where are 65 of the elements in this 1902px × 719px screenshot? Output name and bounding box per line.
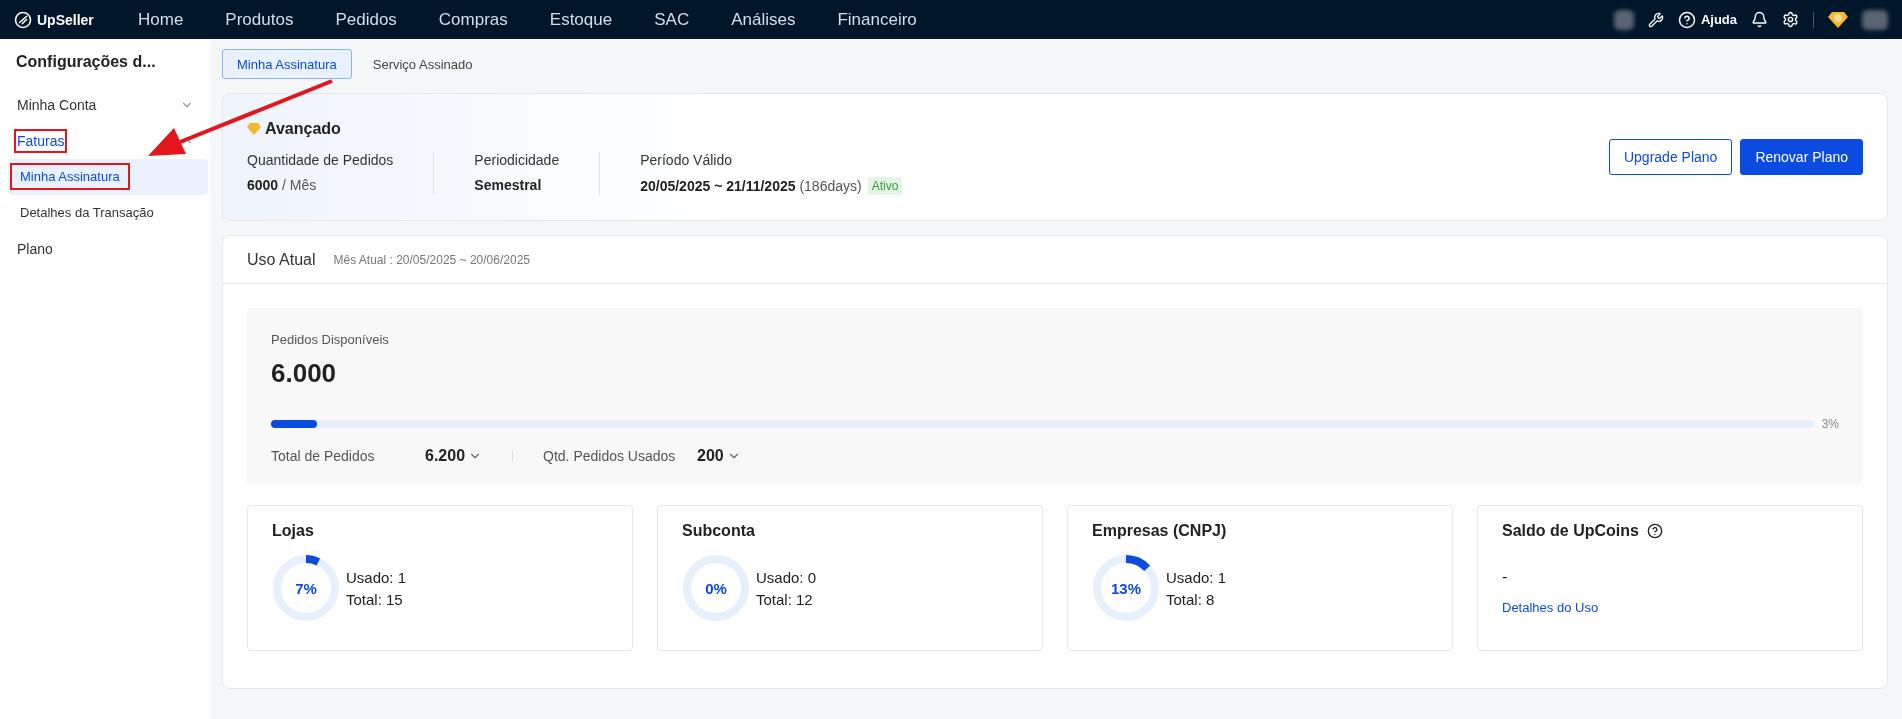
field-label: Período Válido <box>640 151 734 168</box>
plan-name: Avançado <box>265 119 341 138</box>
total-count: Total: 8 <box>1166 590 1216 608</box>
sidebar-subitem[interactable]: Minha Assinatura <box>8 159 208 195</box>
card-title: Empresas (CNPJ) <box>1092 522 1228 540</box>
field-value: 20/05/2025 ~ 21/11/2025 (186days) <box>640 177 862 194</box>
donut-chart <box>1092 554 1160 622</box>
help-link[interactable]: Ajuda <box>1677 10 1737 29</box>
nav-menu-item[interactable]: Estoque <box>549 9 613 30</box>
card-title: Saldo de UpCoins <box>1502 522 1639 540</box>
progress-percent: 3% <box>1821 417 1839 431</box>
nav-menu-item[interactable]: Financeiro <box>837 9 917 30</box>
nav-menu-item[interactable]: Home <box>138 9 184 30</box>
available-label: Pedidos Disponíveis <box>271 332 390 347</box>
used-count: Usado: 0 <box>756 568 817 586</box>
percent-label: 13% <box>1111 580 1141 596</box>
blurred-username <box>1862 9 1888 30</box>
sidebar-item[interactable]: Minha Conta <box>0 87 210 123</box>
wrench-icon[interactable] <box>1647 11 1664 28</box>
percent-label: 7% <box>295 580 317 596</box>
donut-chart <box>272 554 340 622</box>
sidebar-item[interactable]: Faturas <box>0 123 210 159</box>
percent-label: 0% <box>705 580 727 596</box>
coins-value: - <box>1502 568 1509 586</box>
plan-button[interactable]: Upgrade Plano <box>1608 139 1733 175</box>
blurred-avatar <box>1613 9 1634 30</box>
total-count: Total: 15 <box>346 590 404 608</box>
settings-icon[interactable] <box>1782 11 1799 28</box>
card-title: Subconta <box>682 522 756 540</box>
help-icon <box>1677 10 1696 29</box>
usage-details-link[interactable]: Detalhes do Uso <box>1502 600 1838 615</box>
used-count: Usado: 1 <box>1166 568 1227 586</box>
field-label: Periodicidade <box>474 151 560 168</box>
card-title: Lojas <box>272 522 315 540</box>
nav-menu-item[interactable]: Análises <box>731 9 796 30</box>
donut-chart <box>682 554 750 622</box>
total-dropdown[interactable]: 6.200 <box>425 447 483 465</box>
diamond-icon <box>247 121 261 136</box>
total-dropdown[interactable]: 200 <box>697 447 741 465</box>
total-label: Total de Pedidos <box>271 448 376 464</box>
available-count: 6.000 <box>271 358 338 389</box>
nav-menu-item[interactable]: Compras <box>438 9 508 30</box>
logo-text: UpSeller <box>37 11 94 28</box>
field-value: 6000 / Mês <box>247 176 317 193</box>
total-count: Total: 12 <box>756 590 814 608</box>
nav-menu-item[interactable]: Pedidos <box>335 9 397 30</box>
field-value: Semestral <box>474 176 542 193</box>
tab[interactable]: Serviço Assinado <box>357 49 488 79</box>
help-icon[interactable] <box>1646 523 1663 539</box>
field-label: Quantidade de Pedidos <box>247 151 394 168</box>
total-label: Qtd. Pedidos Usados <box>543 448 677 464</box>
nav-menu-item[interactable]: Produtos <box>225 9 294 30</box>
logo-icon <box>14 10 32 29</box>
diamond-badge-icon <box>1828 10 1848 29</box>
period-text: Mês Atual : 20/05/2025 ~ 20/06/2025 <box>333 252 530 267</box>
plan-button[interactable]: Renovar Plano <box>1740 139 1863 175</box>
status-badge: Ativo <box>867 176 903 195</box>
nav-menu-item[interactable]: SAC <box>654 9 690 30</box>
sidebar-subitem[interactable]: Detalhes da Transação <box>8 195 208 231</box>
section-title: Uso Atual <box>247 250 316 269</box>
notification-icon[interactable] <box>1751 11 1768 28</box>
used-count: Usado: 1 <box>346 568 407 586</box>
sidebar-item[interactable]: Plano <box>0 231 210 267</box>
tab[interactable]: Minha Assinatura <box>222 49 352 79</box>
sidebar-title: Configurações d... <box>15 53 157 72</box>
